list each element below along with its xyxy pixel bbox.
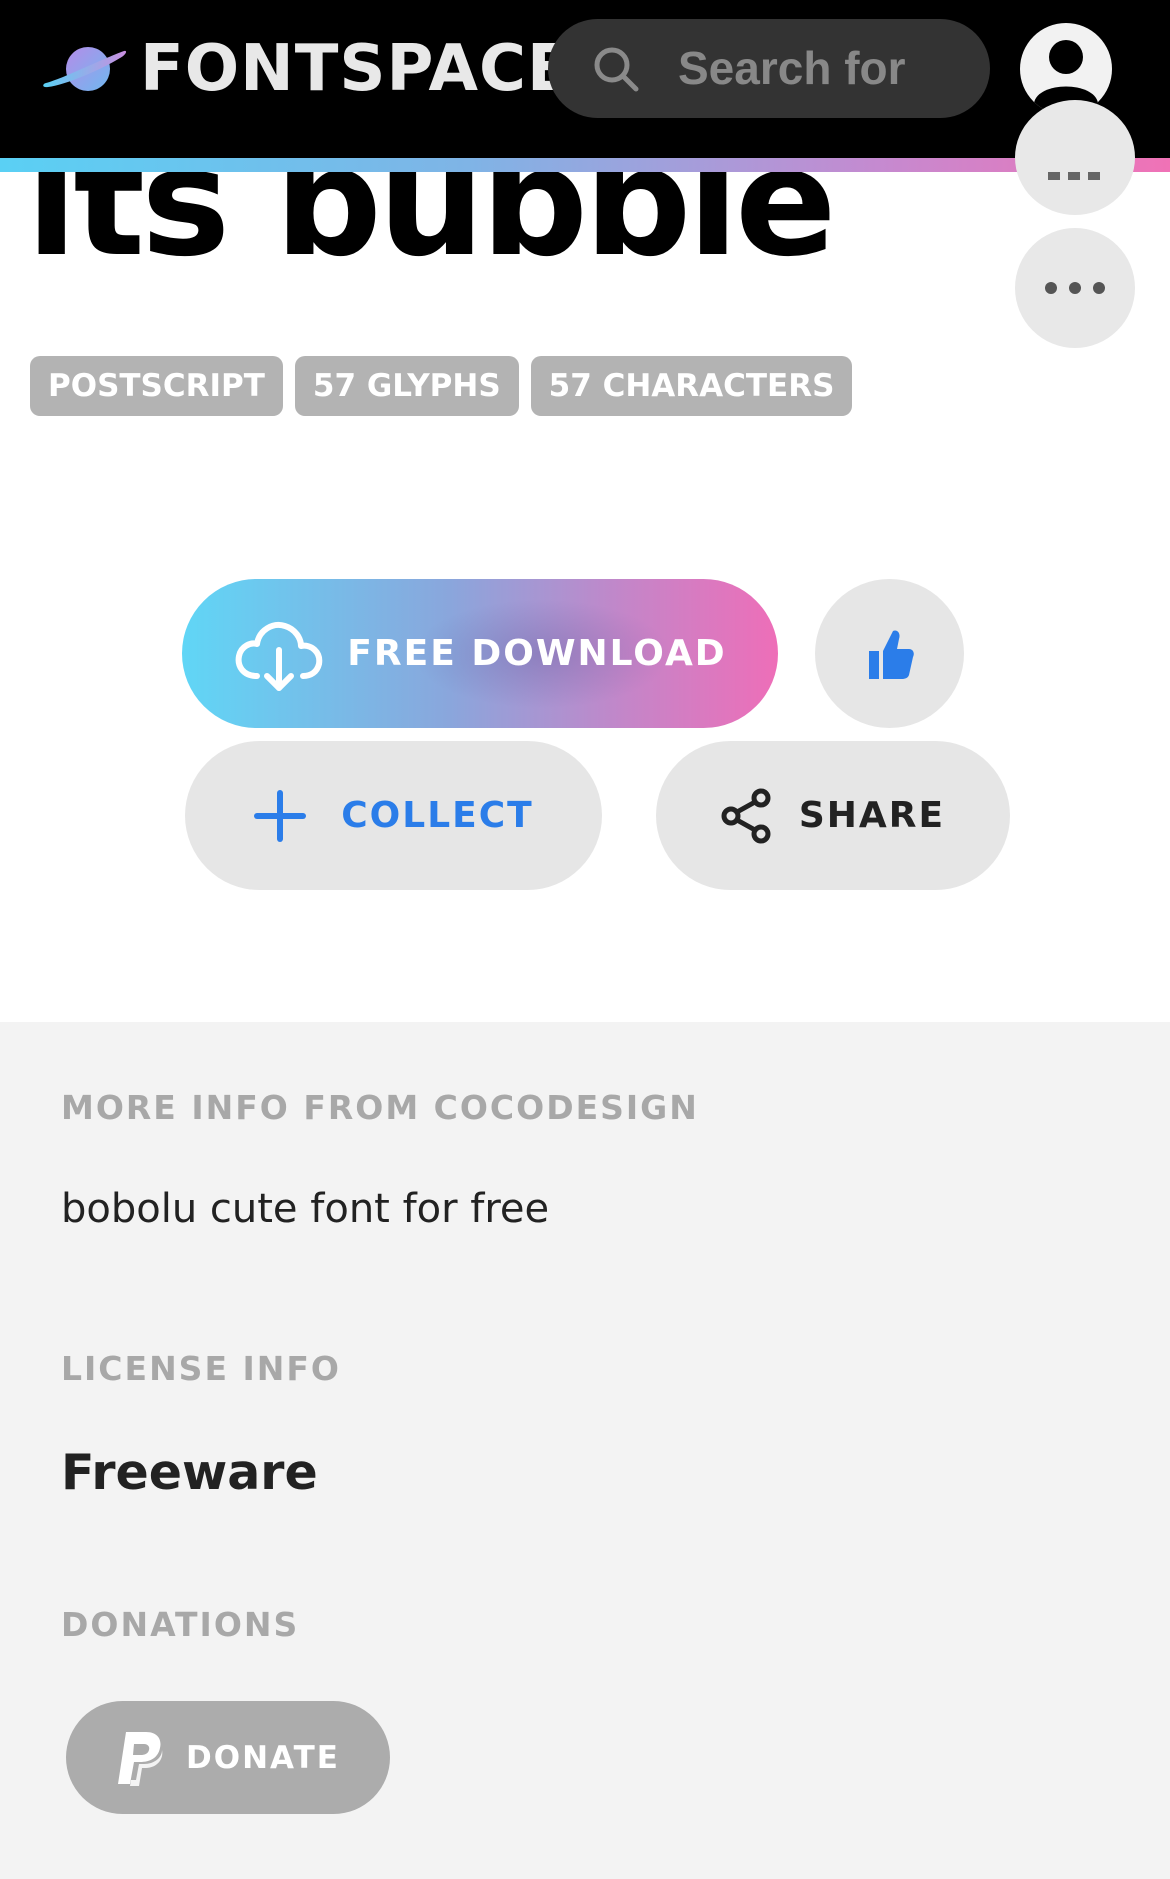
more-icon-dot — [1093, 282, 1105, 294]
preview-options-button[interactable] — [1015, 100, 1135, 215]
more-info-heading: MORE INFO FROM COCODESIGN — [61, 1088, 699, 1127]
more-icon-dot — [1069, 282, 1081, 294]
donate-label: DONATE — [186, 1739, 340, 1776]
more-button[interactable] — [1015, 228, 1135, 348]
plus-icon — [254, 789, 307, 842]
font-preview-text: its bubble — [26, 172, 837, 262]
search-input[interactable] — [678, 33, 978, 103]
search-bar[interactable] — [548, 19, 990, 118]
like-button[interactable] — [815, 579, 964, 728]
font-description: bobolu cute font for free — [61, 1186, 550, 1232]
collect-button[interactable]: COLLECT — [185, 741, 602, 890]
planet-logo-icon — [43, 47, 127, 91]
free-download-button[interactable]: FREE DOWNLOAD — [182, 579, 778, 728]
fontspace-logo[interactable]: FONTSPACE — [42, 34, 572, 104]
license-value: Freeware — [61, 1444, 318, 1501]
share-icon — [721, 788, 771, 843]
share-button[interactable]: SHARE — [656, 741, 1010, 890]
cloud-download-icon — [235, 621, 323, 691]
font-preview: its bubble — [0, 172, 1010, 262]
grid-icon — [1048, 172, 1100, 180]
donate-button[interactable]: DONATE — [66, 1701, 390, 1814]
share-label: SHARE — [798, 795, 946, 836]
license-heading: LICENSE INFO — [61, 1349, 341, 1388]
badge-characters: 57 CHARACTERS — [530, 356, 853, 416]
thumbs-up-icon — [868, 629, 914, 679]
font-info-section: MORE INFO FROM COCODESIGN bobolu cute fo… — [0, 1022, 1170, 1879]
badge-format: POSTSCRIPT — [30, 356, 283, 416]
font-stats-badges: POSTSCRIPT 57 GLYPHS 57 CHARACTERS — [30, 356, 853, 416]
paypal-icon — [118, 1731, 163, 1786]
donations-heading: DONATIONS — [61, 1605, 300, 1644]
preview-fade — [880, 172, 1010, 262]
download-label: FREE DOWNLOAD — [347, 633, 727, 674]
badge-glyphs: 57 GLYPHS — [294, 356, 519, 416]
header-gradient-bar — [0, 158, 1170, 172]
logo-text: FONTSPACE — [140, 32, 572, 106]
more-icon — [1045, 282, 1057, 294]
top-header: FONTSPACE — [0, 0, 1170, 158]
search-icon[interactable] — [590, 43, 644, 97]
collect-label: COLLECT — [341, 795, 534, 836]
